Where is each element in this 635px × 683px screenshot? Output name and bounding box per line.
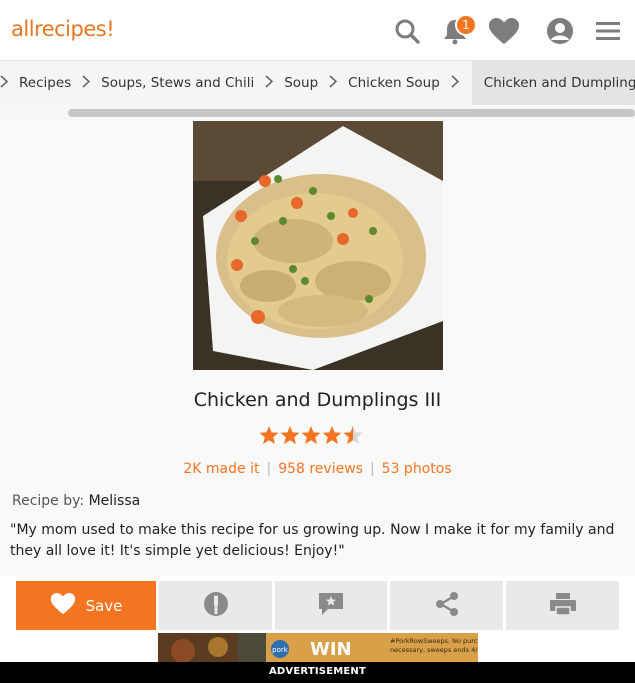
share-icon <box>435 591 459 621</box>
breadcrumb: Recipes Soups, Stews and Chili Soup Chic… <box>0 61 635 105</box>
menu-icon[interactable] <box>591 14 625 48</box>
made-it-icon <box>203 591 229 621</box>
profile-icon[interactable] <box>543 14 577 48</box>
breadcrumb-soup[interactable]: Soup <box>284 61 318 105</box>
star-icon <box>301 426 321 444</box>
advertisement-label: ADVERTISEMENT <box>0 662 635 683</box>
recipe-title: Chicken and Dumplings III <box>193 389 442 411</box>
ad-fine-print-2: necessary, sweeps ends 4/15/17, <box>390 646 478 654</box>
heart-icon[interactable] <box>487 14 521 48</box>
breadcrumb-chicken-soup[interactable]: Chicken Soup <box>348 61 440 105</box>
recipe-summary: Chicken and Dumplings III 2K made it | 958… <box>0 121 635 576</box>
reviews-link[interactable]: 958 reviews <box>278 461 363 477</box>
advertisement-banner[interactable]: pork WIN #PorkRowSweeps. No purchase nec… <box>158 633 478 663</box>
breadcrumb-recipes[interactable]: Recipes <box>19 61 71 105</box>
star-rating[interactable] <box>259 424 369 446</box>
print-button[interactable] <box>506 581 619 630</box>
chevron-right-icon <box>329 74 338 92</box>
chevron-right-icon <box>451 74 459 92</box>
byline-label: Recipe by: <box>12 493 85 509</box>
author-link[interactable]: Melissa <box>89 493 141 509</box>
allrecipes-logo[interactable]: allrecipes! <box>11 17 115 41</box>
chevron-right-icon <box>82 74 91 92</box>
breadcrumb-scrollbar[interactable] <box>68 109 635 117</box>
save-button[interactable]: Save <box>16 581 156 630</box>
half-star-icon <box>343 426 363 444</box>
top-header: allrecipes! 1 <box>0 0 635 61</box>
ad-fine-print-1: #PorkRowSweeps. No purchase <box>390 637 478 645</box>
ad-headline: WIN <box>310 639 352 660</box>
action-bar: Save <box>0 577 635 633</box>
share-button[interactable] <box>390 581 503 630</box>
ad-brand: pork <box>272 646 289 654</box>
star-icon <box>280 426 300 444</box>
review-icon <box>318 592 344 620</box>
notification-badge: 1 <box>455 14 477 36</box>
breadcrumb-soups-stews-chili[interactable]: Soups, Stews and Chili <box>101 61 254 105</box>
chevron-right-icon <box>265 74 274 92</box>
review-button[interactable] <box>275 581 387 630</box>
print-icon <box>549 592 577 620</box>
breadcrumb-chicken-and-dumplings[interactable]: Chicken and Dumplings <box>471 61 635 105</box>
star-icon <box>259 426 279 444</box>
made-it-button[interactable] <box>159 581 272 630</box>
search-icon[interactable] <box>390 14 424 48</box>
made-it-link[interactable]: 2K made it <box>183 461 259 477</box>
recipe-byline: Recipe by: Melissa <box>12 493 140 509</box>
recipe-photo[interactable] <box>193 121 443 370</box>
save-label: Save <box>85 596 123 615</box>
star-icon <box>322 426 342 444</box>
photos-link[interactable]: 53 photos <box>382 461 452 477</box>
chevron-right-icon <box>0 74 9 92</box>
recipe-description: "My mom used to make this recipe for us … <box>10 522 615 559</box>
heart-icon <box>50 592 76 619</box>
recipe-stats: 2K made it | 958 reviews | 53 photos <box>183 461 452 477</box>
